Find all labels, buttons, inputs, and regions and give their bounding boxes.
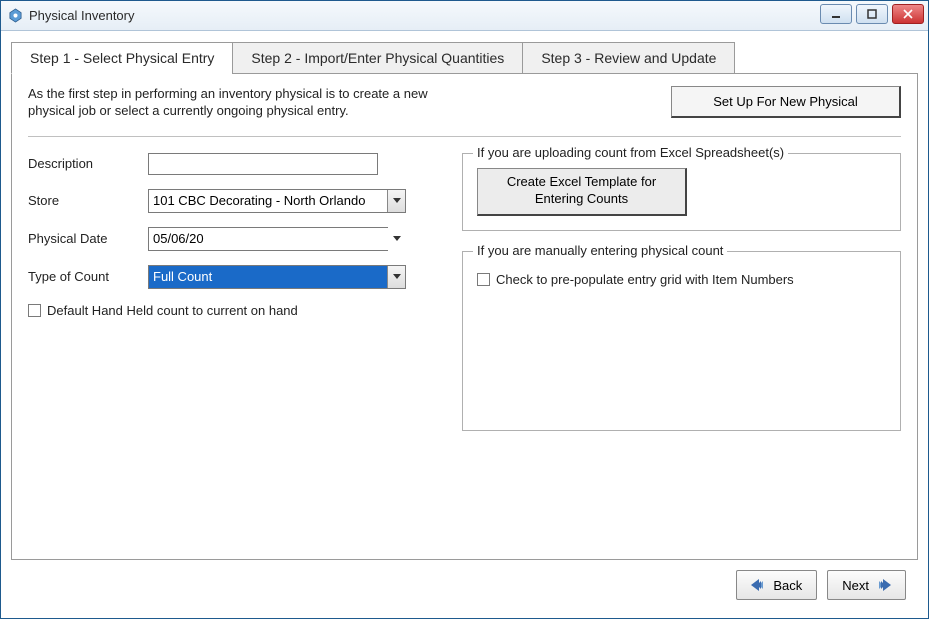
store-select[interactable]: 101 CBC Decorating - North Orlando	[148, 189, 406, 213]
type-of-count-value: Full Count	[149, 266, 387, 288]
divider	[28, 136, 901, 137]
tabs-header: Step 1 - Select Physical Entry Step 2 - …	[11, 42, 918, 74]
store-select-value: 101 CBC Decorating - North Orlando	[149, 190, 387, 212]
physical-date-label: Physical Date	[28, 231, 148, 246]
physical-inventory-window: Physical Inventory Step 1 - Select Physi…	[0, 0, 929, 619]
close-button[interactable]	[892, 4, 924, 24]
app-icon	[7, 8, 23, 24]
arrow-right-icon	[875, 579, 891, 591]
create-excel-template-button[interactable]: Create Excel Template for Entering Count…	[477, 168, 687, 216]
tab-step3[interactable]: Step 3 - Review and Update	[522, 42, 735, 74]
manual-entry-legend: If you are manually entering physical co…	[473, 243, 727, 258]
maximize-button[interactable]	[856, 4, 888, 24]
prepopulate-label: Check to pre-populate entry grid with It…	[496, 272, 794, 287]
chevron-down-icon[interactable]	[387, 266, 405, 288]
window-title: Physical Inventory	[29, 8, 135, 23]
default-handheld-checkbox[interactable]	[28, 304, 41, 317]
content-area: Step 1 - Select Physical Entry Step 2 - …	[1, 31, 928, 618]
arrow-left-icon	[751, 579, 767, 591]
prepopulate-checkbox[interactable]	[477, 273, 490, 286]
window-controls	[820, 4, 924, 24]
chevron-down-icon[interactable]	[387, 190, 405, 212]
default-handheld-label: Default Hand Held count to current on ha…	[47, 303, 298, 318]
upload-excel-group: If you are uploading count from Excel Sp…	[462, 153, 901, 231]
description-input[interactable]	[148, 153, 378, 175]
tab-step2[interactable]: Step 2 - Import/Enter Physical Quantitie…	[232, 42, 523, 74]
store-label: Store	[28, 193, 148, 208]
wizard-footer: Back Next	[11, 560, 918, 610]
type-of-count-select[interactable]: Full Count	[148, 265, 406, 289]
tab-panel-step1: As the first step in performing an inven…	[11, 73, 918, 560]
chevron-down-icon[interactable]	[388, 236, 406, 241]
minimize-button[interactable]	[820, 4, 852, 24]
back-button[interactable]: Back	[736, 570, 817, 600]
upload-excel-legend: If you are uploading count from Excel Sp…	[473, 145, 788, 160]
type-of-count-label: Type of Count	[28, 269, 148, 284]
description-label: Description	[28, 156, 148, 171]
next-button[interactable]: Next	[827, 570, 906, 600]
manual-entry-group: If you are manually entering physical co…	[462, 251, 901, 431]
setup-new-physical-button[interactable]: Set Up For New Physical	[671, 86, 901, 118]
intro-text: As the first step in performing an inven…	[28, 86, 458, 120]
tab-step1[interactable]: Step 1 - Select Physical Entry	[11, 42, 233, 74]
titlebar: Physical Inventory	[1, 1, 928, 31]
physical-date-value: 05/06/20	[148, 227, 388, 251]
physical-date-picker[interactable]: 05/06/20	[148, 227, 406, 251]
